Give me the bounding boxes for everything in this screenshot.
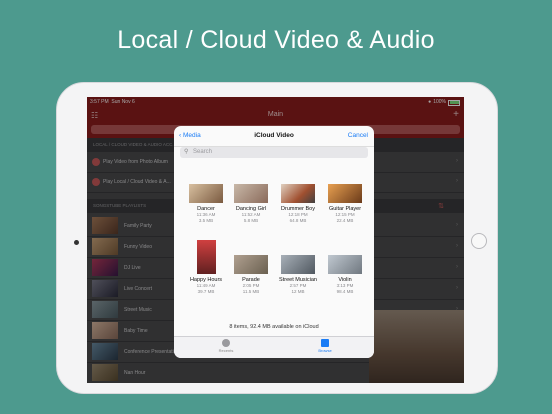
file-item-violin[interactable]: Violin 3:13 PM 98.4 MB — [322, 255, 368, 295]
clock-icon — [222, 339, 230, 347]
tab-browse[interactable]: Browse — [305, 339, 345, 353]
picker-nav-bar: ‹ Media iCloud Video Cancel — [174, 126, 374, 147]
file-size: 64.8 MB — [289, 218, 307, 223]
headline: Local / Cloud Video & Audio — [117, 26, 435, 54]
file-size: 5.8 MB — [243, 218, 259, 223]
camera-dot — [74, 240, 79, 245]
search-placeholder: Search — [193, 149, 213, 155]
video-thumbnail — [281, 184, 315, 203]
video-thumbnail — [281, 255, 315, 274]
picker-title: iCloud Video — [254, 132, 294, 139]
video-thumbnail — [328, 184, 362, 203]
picker-tab-bar: Recents Browse — [174, 336, 374, 358]
search-icon: ⚲ — [184, 149, 189, 155]
folder-icon — [321, 339, 329, 347]
file-size: 11.5 MB — [242, 289, 260, 294]
tab-label: Recents — [218, 348, 234, 353]
cancel-button[interactable]: Cancel — [348, 132, 368, 139]
home-button[interactable] — [471, 233, 487, 249]
file-item-happy-hours[interactable]: Happy Hours 11:49 AM 39.7 MB — [183, 240, 229, 295]
video-thumbnail — [189, 184, 223, 203]
tab-recents[interactable]: Recents — [206, 339, 246, 353]
tab-label: Browse — [318, 348, 332, 353]
file-item-dancer[interactable]: Dancer 11:36 AM 3.5 MB — [183, 184, 229, 224]
file-size: 39.7 MB — [197, 289, 215, 294]
file-size: 12 MB — [291, 289, 305, 294]
picker-search-input[interactable]: ⚲ Search — [180, 147, 368, 158]
video-thumbnail — [328, 255, 362, 274]
file-item-parade[interactable]: Parade 2:05 PM 11.5 MB — [228, 255, 274, 295]
file-item-dancing-girl[interactable]: Dancing Girl 11:52 AM 5.8 MB — [228, 184, 274, 224]
file-item-guitar-player[interactable]: Guitar Player 12:15 PM 22.4 MB — [322, 184, 368, 224]
video-thumbnail — [196, 240, 216, 274]
file-size: 22.4 MB — [336, 218, 354, 223]
file-size: 3.5 MB — [198, 218, 214, 223]
video-thumbnail — [234, 255, 268, 274]
file-size: 98.4 MB — [336, 289, 354, 294]
video-thumbnail — [234, 184, 268, 203]
file-item-drummer-boy[interactable]: Drummer Boy 12:18 PM 64.8 MB — [275, 184, 321, 224]
file-item-street-musician[interactable]: Street Musician 2:57 PM 12 MB — [275, 255, 321, 295]
storage-summary: 8 items, 92.4 MB available on iCloud — [229, 324, 319, 330]
icloud-picker-modal: ‹ Media iCloud Video Cancel ⚲ Search Dan… — [174, 126, 374, 358]
